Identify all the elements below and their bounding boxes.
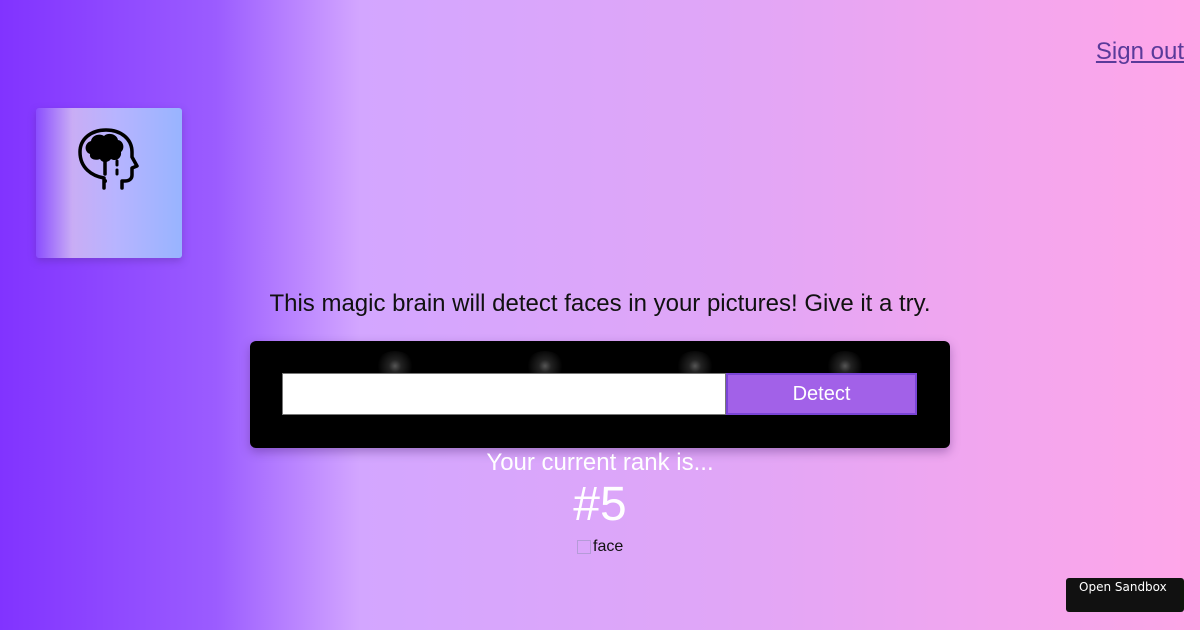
brain-head-icon: [78, 128, 139, 190]
open-sandbox-button[interactable]: Open Sandbox: [1066, 578, 1184, 612]
face-image: face: [577, 538, 623, 556]
url-form: Detect: [250, 341, 950, 448]
broken-image-icon: [577, 540, 591, 554]
sign-out-link[interactable]: Sign out: [1096, 38, 1184, 65]
rank-value: #5: [573, 478, 627, 531]
logo-tile: [36, 108, 182, 258]
image-url-input[interactable]: [282, 373, 726, 415]
rank-label: Your current rank is...: [486, 449, 714, 476]
navigation: Sign out: [1096, 38, 1184, 66]
face-image-alt: face: [593, 538, 624, 555]
detect-button[interactable]: Detect: [726, 373, 917, 415]
intro-text: This magic brain will detect faces in yo…: [269, 290, 931, 317]
